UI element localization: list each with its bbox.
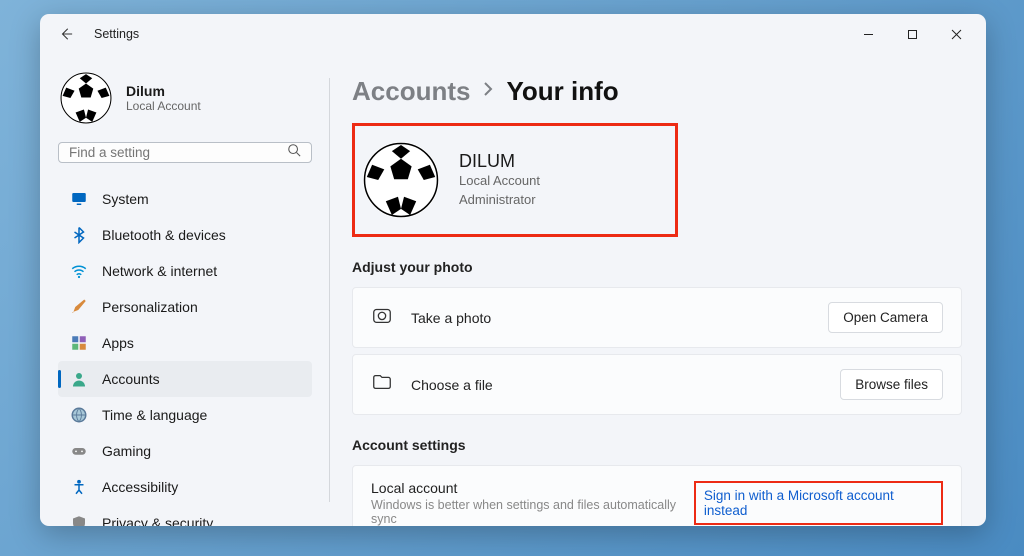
chevron-right-icon xyxy=(482,80,494,103)
nav-item-label: Personalization xyxy=(102,299,198,315)
soccer-ball-icon xyxy=(60,72,112,124)
main-panel: Accounts Your info xyxy=(330,54,986,526)
profile-account-type: Local Account xyxy=(459,172,540,190)
nav-item-bluetooth-devices[interactable]: Bluetooth & devices xyxy=(58,217,312,253)
search-icon xyxy=(287,143,301,162)
minimize-button[interactable] xyxy=(846,19,890,49)
titlebar: Settings xyxy=(40,14,986,54)
user-block[interactable]: Dilum Local Account xyxy=(58,72,312,124)
breadcrumb-current: Your info xyxy=(506,76,618,107)
nav-item-label: Accessibility xyxy=(102,479,178,495)
gamepad-icon xyxy=(70,442,88,460)
nav-item-apps[interactable]: Apps xyxy=(58,325,312,361)
choose-file-label: Choose a file xyxy=(411,377,493,393)
apps-icon xyxy=(70,334,88,352)
nav-item-privacy-security[interactable]: Privacy & security xyxy=(58,505,312,526)
local-account-row: Local account Windows is better when set… xyxy=(352,465,962,526)
nav-item-system[interactable]: System xyxy=(58,181,312,217)
nav-item-personalization[interactable]: Personalization xyxy=(58,289,312,325)
nav-item-label: Time & language xyxy=(102,407,207,423)
monitor-icon xyxy=(70,190,88,208)
nav-item-gaming[interactable]: Gaming xyxy=(58,433,312,469)
nav-item-time-language[interactable]: Time & language xyxy=(58,397,312,433)
nav-item-accessibility[interactable]: Accessibility xyxy=(58,469,312,505)
person-icon xyxy=(70,370,88,388)
maximize-button[interactable] xyxy=(890,19,934,49)
settings-window: Settings xyxy=(40,14,986,526)
app-title: Settings xyxy=(94,27,139,41)
nav-item-label: System xyxy=(102,191,149,207)
nav-item-label: Network & internet xyxy=(102,263,217,279)
profile-role: Administrator xyxy=(459,191,540,209)
sidebar: Dilum Local Account System Bluetooth & de… xyxy=(40,54,330,526)
breadcrumb-parent[interactable]: Accounts xyxy=(352,76,470,107)
nav-item-label: Gaming xyxy=(102,443,151,459)
folder-icon xyxy=(371,371,393,398)
nav-item-label: Bluetooth & devices xyxy=(102,227,226,243)
nav-item-network-internet[interactable]: Network & internet xyxy=(58,253,312,289)
search-input[interactable] xyxy=(69,145,287,160)
user-subtitle: Local Account xyxy=(126,99,201,113)
adjust-photo-heading: Adjust your photo xyxy=(352,259,962,275)
account-settings-heading: Account settings xyxy=(352,437,962,453)
accessibility-icon xyxy=(70,478,88,496)
bluetooth-icon xyxy=(70,226,88,244)
profile-name: DILUM xyxy=(459,151,540,172)
local-account-label: Local account xyxy=(371,480,694,496)
choose-file-row: Choose a file Browse files xyxy=(352,354,962,415)
close-button[interactable] xyxy=(934,19,978,49)
search-box[interactable] xyxy=(58,142,312,163)
sign-in-microsoft-link[interactable]: Sign in with a Microsoft account instead xyxy=(694,481,943,525)
nav-item-accounts[interactable]: Accounts xyxy=(58,361,312,397)
browse-files-button[interactable]: Browse files xyxy=(840,369,943,400)
shield-icon xyxy=(70,514,88,526)
user-avatar xyxy=(60,72,112,124)
profile-avatar xyxy=(363,142,439,218)
open-camera-button[interactable]: Open Camera xyxy=(828,302,943,333)
camera-icon xyxy=(371,304,393,331)
back-button[interactable] xyxy=(56,24,76,44)
nav-item-label: Privacy & security xyxy=(102,515,213,526)
user-name: Dilum xyxy=(126,83,201,99)
take-photo-label: Take a photo xyxy=(411,310,491,326)
nav-item-label: Accounts xyxy=(102,371,160,387)
globe-icon xyxy=(70,406,88,424)
soccer-ball-icon xyxy=(363,142,439,218)
your-info-card: DILUM Local Account Administrator xyxy=(352,123,678,237)
nav-item-label: Apps xyxy=(102,335,134,351)
breadcrumb: Accounts Your info xyxy=(352,76,962,107)
nav-list: System Bluetooth & devices Network & inter… xyxy=(58,181,312,526)
local-account-desc: Windows is better when settings and file… xyxy=(371,498,694,526)
take-photo-row: Take a photo Open Camera xyxy=(352,287,962,348)
brush-icon xyxy=(70,298,88,316)
wifi-icon xyxy=(70,262,88,280)
